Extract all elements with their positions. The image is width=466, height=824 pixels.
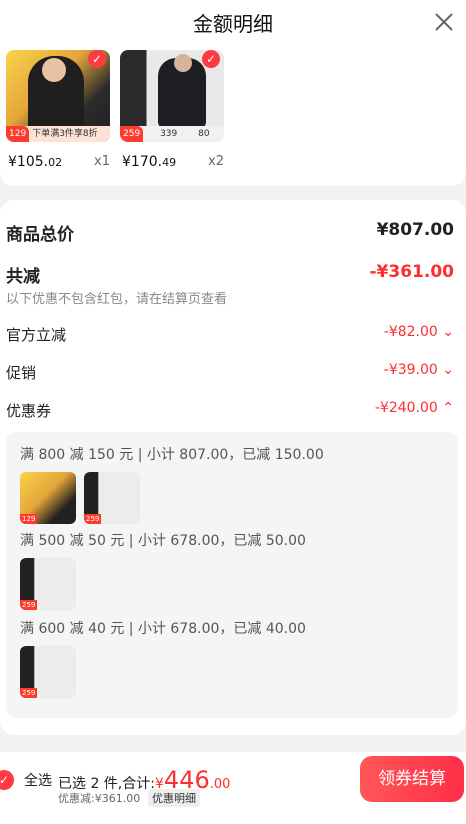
close-icon[interactable]	[432, 10, 456, 34]
product-qty: x1	[94, 154, 110, 169]
coupon-group-title: 满 800 减 150 元 | 小计 807.00，已减 150.00	[20, 447, 324, 463]
selected-check-icon[interactable]: ✓	[88, 50, 106, 68]
checkout-button[interactable]: 领券结算	[360, 756, 464, 802]
coupon-group-title: 满 500 减 50 元 | 小计 678.00，已减 50.00	[20, 533, 306, 549]
select-all-check-icon[interactable]: ✓	[0, 770, 14, 790]
selected-check-icon[interactable]: ✓	[202, 50, 220, 68]
chevron-up-icon: ⌃	[437, 400, 454, 416]
chevron-down-icon: ⌄	[437, 362, 454, 378]
product-strip: ✓ 129 下单满3件享8折 ¥105.02 x1 ✓ 259 339 80 ¥1…	[0, 46, 466, 186]
coupon-product-thumb: 259	[20, 558, 76, 610]
product-item[interactable]: ✓ 259 339 80 ¥170.49 x2	[120, 50, 224, 170]
coupon-product-thumb: 129	[20, 472, 76, 524]
checkout-footer: ✓ 全选 已选 2 件,合计:¥446.00 优惠减:¥361.00 优惠明细 …	[0, 752, 466, 824]
product-image[interactable]: ✓ 259 339 80	[120, 50, 224, 142]
price-tag: 259 339 80	[120, 126, 224, 142]
coupon-group-title: 满 600 减 40 元 | 小计 678.00，已减 40.00	[20, 621, 306, 637]
product-qty: x2	[208, 154, 224, 169]
modal-header: 金额明细	[0, 0, 466, 46]
modal-title: 金额明细	[193, 12, 273, 36]
coupon-detail-box: 满 800 减 150 元 | 小计 807.00，已减 150.00 129 …	[6, 432, 458, 718]
select-all-label[interactable]: 全选	[24, 770, 52, 790]
coupon-product-thumb: 259	[20, 646, 76, 698]
discount-detail-button[interactable]: 优惠明细	[148, 789, 200, 807]
price-tag: 129 下单满3件享8折	[6, 126, 110, 142]
product-item[interactable]: ✓ 129 下单满3件享8折 ¥105.02 x1	[6, 50, 110, 170]
product-price: ¥170.49	[122, 154, 177, 170]
chevron-down-icon: ⌄	[437, 324, 454, 340]
product-price: ¥105.02	[8, 154, 63, 170]
discount-summary: 优惠减:¥361.00	[58, 792, 141, 805]
product-image[interactable]: ✓ 129 下单满3件享8折	[6, 50, 110, 142]
coupon-product-thumb: 259	[84, 472, 140, 524]
